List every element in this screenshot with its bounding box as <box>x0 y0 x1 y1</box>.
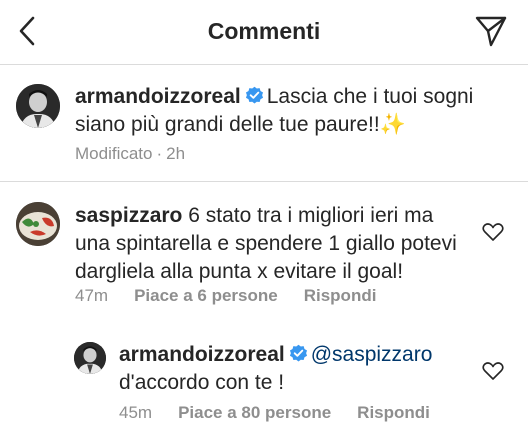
page-title: Commenti <box>207 18 321 44</box>
sparkle-emoji: ✨ <box>379 113 406 136</box>
meta-separator: · <box>156 144 163 163</box>
direct-send-icon[interactable] <box>474 14 508 48</box>
caption-meta: Modificato · 2h <box>75 144 211 164</box>
reply-button[interactable]: Rispondi <box>304 286 377 305</box>
caption-text: armandoizzoreal Lascia che i tuoi sogni … <box>75 83 515 139</box>
likes-link[interactable]: Piace a 6 persone <box>134 286 278 305</box>
comment-line-2: una spintarella e spendere 1 giallo pote… <box>75 232 457 255</box>
header-bar: Commenti <box>0 0 528 65</box>
caption-line-1: Lascia che i tuoi sogni <box>266 85 474 108</box>
likes-link[interactable]: Piace a 80 persone <box>178 403 331 422</box>
comment-time: 45m <box>119 403 153 422</box>
comment-time: 47m <box>75 286 109 305</box>
caption-username[interactable]: armandoizzoreal <box>75 85 241 108</box>
edited-label: Modificato <box>75 144 153 163</box>
comment-username[interactable]: armandoizzoreal <box>119 343 285 366</box>
avatar[interactable] <box>16 84 60 128</box>
heart-icon[interactable] <box>482 222 504 242</box>
reply-button[interactable]: Rispondi <box>357 403 430 422</box>
avatar[interactable] <box>16 202 60 246</box>
heart-icon[interactable] <box>482 361 504 381</box>
comment-line-1: 6 stato tra i migliori ieri ma <box>188 204 434 227</box>
caption-line-2: siano più grandi delle tue paure!! <box>75 113 380 136</box>
avatar[interactable] <box>74 342 106 374</box>
comment-meta: 45m Piace a 80 persone Rispondi <box>119 403 456 423</box>
comment-username[interactable]: saspizzaro <box>75 204 182 227</box>
comment-line-3: dargliela alla punta x evitare il goal! <box>75 260 404 283</box>
comment-line-2: d'accordo con te ! <box>119 371 285 394</box>
mention-link[interactable]: @saspizzaro <box>311 343 433 366</box>
divider <box>0 181 528 182</box>
comment-text: armandoizzoreal @saspizzaro d'accordo co… <box>119 341 479 397</box>
caption-time: 2h <box>166 144 186 163</box>
comment-text: saspizzaro 6 stato tra i migliori ieri m… <box>75 202 475 286</box>
verified-badge-icon <box>289 344 307 362</box>
post-caption: armandoizzoreal Lascia che i tuoi sogni … <box>0 65 528 181</box>
comment-meta: 47m Piace a 6 persone Rispondi <box>75 286 402 306</box>
verified-badge-icon <box>245 86 263 104</box>
